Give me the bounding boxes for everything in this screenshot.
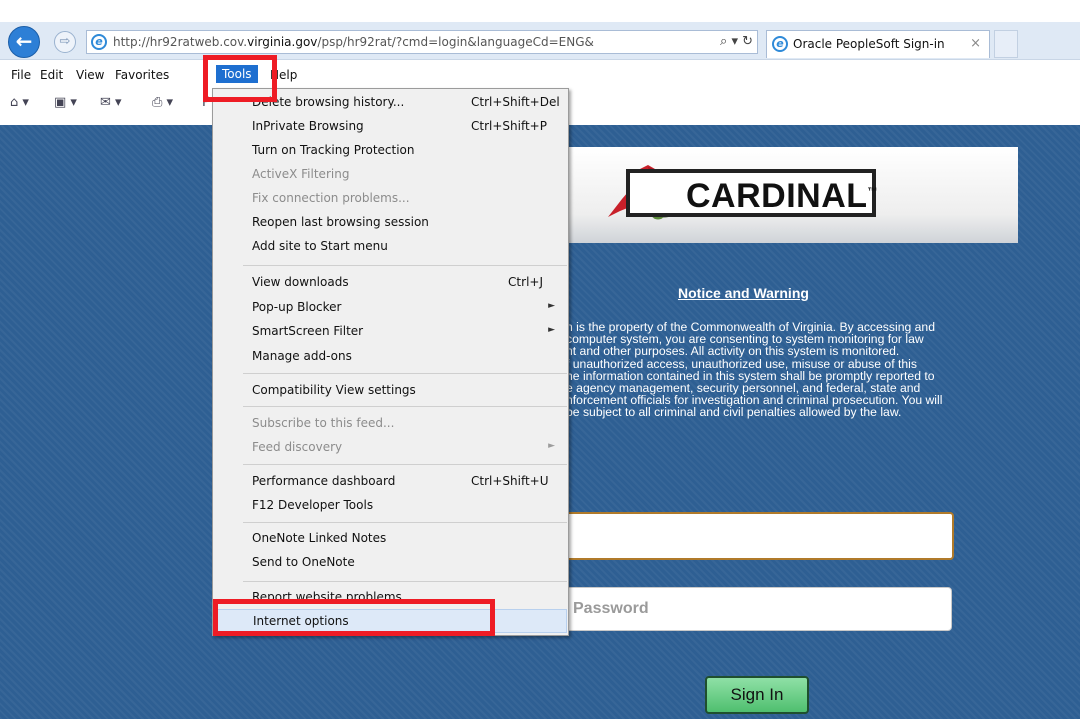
logo-trademark: ™ (867, 186, 879, 198)
menu-separator (243, 373, 567, 374)
forward-button[interactable]: ⇨ (54, 31, 76, 53)
menu-item-label: Reopen last browsing session (252, 215, 429, 229)
feeds-icon[interactable]: ▣ ▾ (54, 95, 77, 110)
notice-title: Notice and Warning (678, 285, 809, 301)
tab-title: Oracle PeopleSoft Sign-in (793, 37, 945, 51)
menu-favorites[interactable]: Favorites (115, 68, 169, 82)
menu-separator (243, 406, 567, 407)
logo-word: CARDINAL (686, 177, 868, 215)
internet-options-highlight (213, 599, 495, 636)
tools-menu-highlight (203, 55, 277, 102)
back-button[interactable]: ← (8, 26, 40, 58)
menu-item-label: Feed discovery (252, 440, 343, 454)
menu-item-label: View downloads (252, 275, 349, 289)
search-refresh-icons[interactable]: ⌕ ▾ ↻ (720, 34, 753, 49)
logo-text: CARDINAL™ (686, 177, 878, 216)
menu-item-label: Subscribe to this feed... (252, 416, 395, 430)
menu-separator (243, 581, 567, 582)
menu-f12-developer-tools[interactable]: F12 Developer Tools (214, 494, 567, 518)
menu-view[interactable]: View (76, 68, 104, 82)
submenu-arrow-icon: ► (548, 325, 555, 335)
submenu-arrow-icon: ► (548, 301, 555, 311)
url-suffix: /psp/hr92rat/?cmd=login&languageCd=ENG& (317, 35, 594, 49)
home-icon[interactable]: ⌂ ▾ (10, 95, 29, 110)
tools-dropdown-menu: Delete browsing history... Ctrl+Shift+Del… (212, 88, 569, 636)
menu-subscribe-to-feed[interactable]: Subscribe to this feed... (214, 412, 567, 436)
menu-view-downloads[interactable]: View downloads Ctrl+J (214, 271, 567, 295)
menu-smartscreen-filter[interactable]: SmartScreen Filter ► (214, 320, 567, 344)
menu-item-label: Send to OneNote (252, 555, 355, 569)
menu-send-to-onenote[interactable]: Send to OneNote (214, 551, 567, 575)
ie-icon: e (91, 34, 107, 50)
menu-item-label: Manage add-ons (252, 349, 352, 363)
menu-separator (243, 522, 567, 523)
menu-item-label: OneNote Linked Notes (252, 531, 387, 545)
ie-tab-icon: e (772, 36, 788, 52)
browser-tab[interactable]: e Oracle PeopleSoft Sign-in × (766, 30, 990, 58)
menu-bar: File Edit View Favorites Tools Help (0, 64, 1080, 88)
menu-activex-filtering[interactable]: ActiveX Filtering (214, 163, 567, 187)
menu-file[interactable]: File (11, 68, 31, 82)
user-id-input[interactable] (566, 514, 952, 558)
menu-edit[interactable]: Edit (40, 68, 63, 82)
menu-item-label: F12 Developer Tools (252, 498, 374, 512)
menu-item-shortcut: Ctrl+Shift+U (471, 474, 549, 488)
menu-item-label: Add site to Start menu (252, 239, 388, 253)
menu-tracking-protection[interactable]: Turn on Tracking Protection (214, 139, 567, 163)
menu-item-label: Performance dashboard (252, 474, 396, 488)
menu-popup-blocker[interactable]: Pop-up Blocker ► (214, 296, 567, 320)
submenu-arrow-icon: ► (548, 441, 555, 451)
address-bar[interactable]: e http://hr92ratweb.cov.virginia.gov/psp… (86, 30, 758, 54)
notice-body: n is the property of the Commonwealth of… (566, 320, 943, 420)
mail-icon[interactable]: ✉ ▾ (100, 95, 122, 110)
menu-item-label: ActiveX Filtering (252, 167, 350, 181)
menu-feed-discovery[interactable]: Feed discovery ► (214, 436, 567, 460)
menu-fix-connection-problems[interactable]: Fix connection problems... (214, 187, 567, 211)
menu-separator (243, 464, 567, 465)
menu-item-shortcut: Ctrl+Shift+P (471, 119, 547, 133)
menu-item-label: Turn on Tracking Protection (252, 143, 415, 157)
print-icon[interactable]: ⎙ ▾ (152, 95, 173, 110)
menu-add-site-to-start[interactable]: Add site to Start menu (214, 235, 567, 259)
cardinal-banner: CARDINAL™ (520, 147, 1018, 243)
password-field[interactable] (564, 587, 952, 631)
user-id-field[interactable] (564, 512, 954, 560)
menu-compatibility-view-settings[interactable]: Compatibility View settings (214, 379, 567, 403)
menu-item-label: Compatibility View settings (252, 383, 416, 397)
url-domain: virginia.gov (247, 35, 318, 49)
menu-onenote-linked-notes[interactable]: OneNote Linked Notes (214, 527, 567, 551)
menu-performance-dashboard[interactable]: Performance dashboard Ctrl+Shift+U (214, 470, 567, 494)
password-input[interactable] (565, 588, 951, 630)
menu-item-shortcut: Ctrl+Shift+Del (471, 95, 560, 109)
menu-item-shortcut: Ctrl+J (508, 275, 543, 289)
menu-reopen-last-session[interactable]: Reopen last browsing session (214, 211, 567, 235)
menu-separator (243, 265, 567, 266)
tab-close-icon[interactable]: × (970, 36, 981, 51)
menu-item-label: SmartScreen Filter (252, 324, 364, 338)
sign-in-button[interactable]: Sign In (705, 676, 809, 714)
url-text[interactable]: http://hr92ratweb.cov.virginia.gov/psp/h… (113, 35, 594, 49)
new-tab-button[interactable] (994, 30, 1018, 58)
cardinal-logo: CARDINAL™ (626, 169, 878, 217)
menu-item-label: InPrivate Browsing (252, 119, 364, 133)
menu-item-label: Pop-up Blocker (252, 300, 342, 314)
url-prefix: http://hr92ratweb.cov. (113, 35, 248, 49)
menu-inprivate-browsing[interactable]: InPrivate Browsing Ctrl+Shift+P (214, 115, 567, 139)
menu-item-label: Fix connection problems... (252, 191, 410, 205)
address-row: ← ⇨ e http://hr92ratweb.cov.virginia.gov… (0, 22, 1080, 60)
menu-manage-addons[interactable]: Manage add-ons (214, 345, 567, 369)
